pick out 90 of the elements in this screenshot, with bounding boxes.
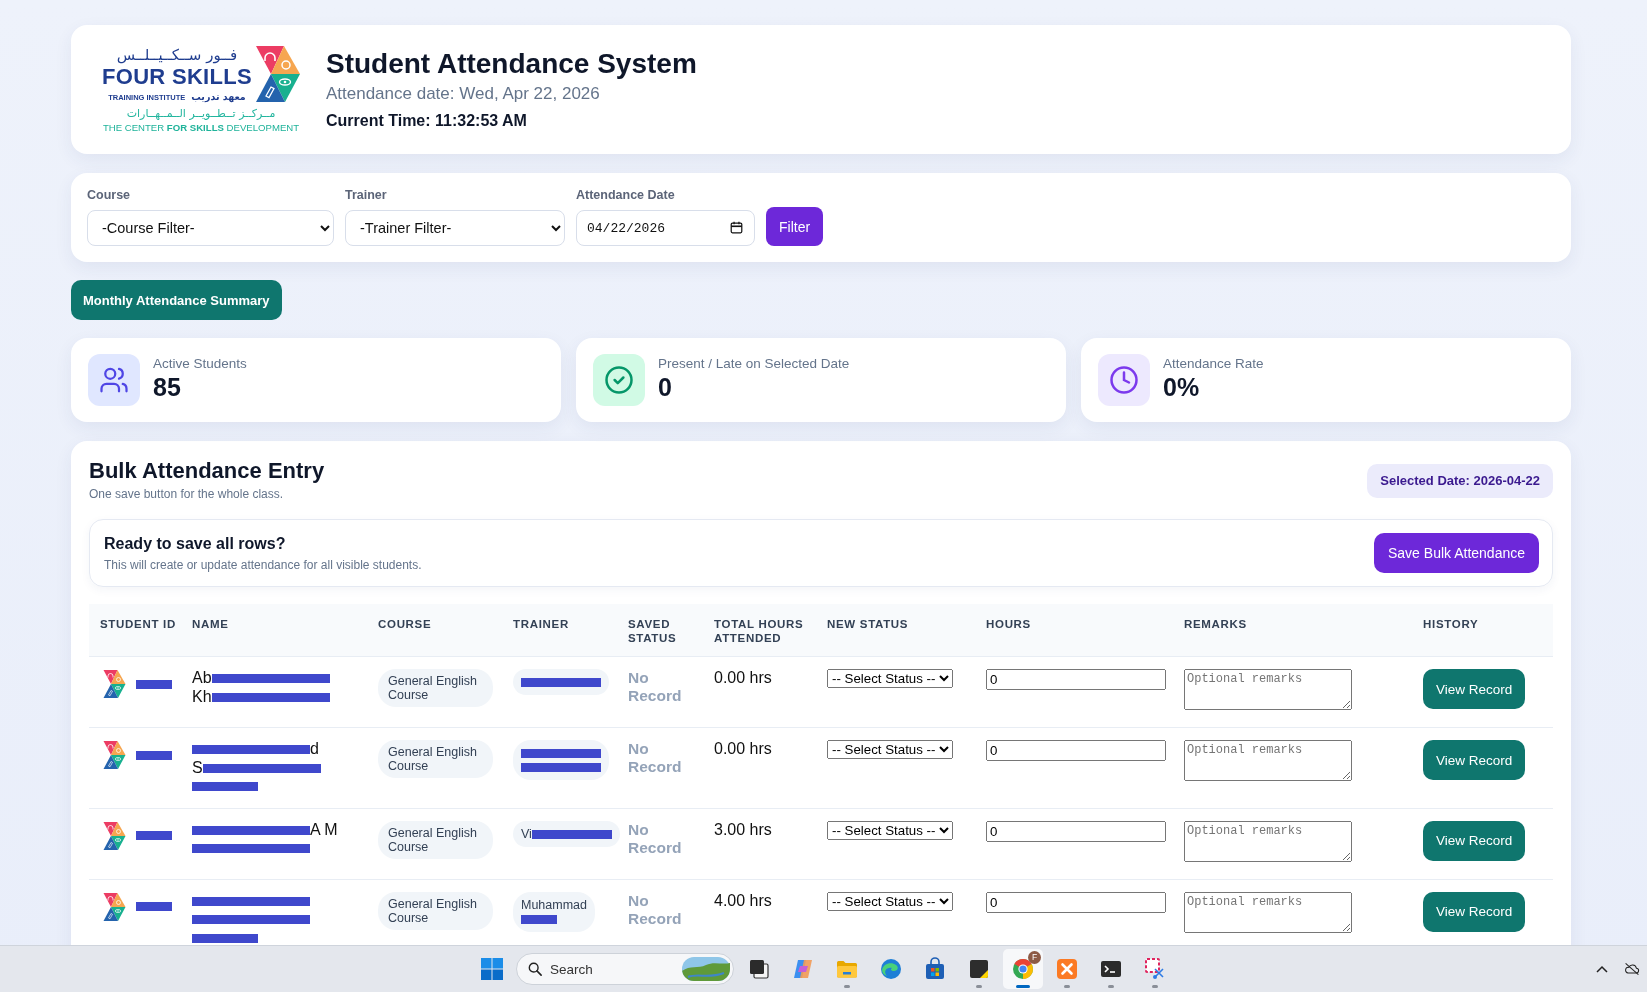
column-header: HISTORY bbox=[1423, 618, 1479, 630]
save-panel-text: This will create or update attendance for all visible students. bbox=[104, 557, 422, 573]
column-header: REMARKS bbox=[1184, 618, 1247, 630]
column-header: NEW STATUS bbox=[827, 618, 909, 630]
column-header: NAME bbox=[192, 618, 229, 630]
stat-label: Attendance Rate bbox=[1163, 355, 1264, 372]
section-title: Bulk Attendance Entry bbox=[89, 458, 325, 484]
course-tag: General English Course bbox=[378, 891, 493, 930]
emblem-icon bbox=[103, 741, 126, 769]
field-label: Attendance Date bbox=[576, 188, 676, 203]
view-record-button[interactable]: View Record bbox=[1423, 891, 1526, 932]
redaction-bar bbox=[136, 679, 172, 689]
redaction-bar bbox=[192, 782, 258, 792]
saved-status: No Record bbox=[628, 820, 683, 857]
view-record-button[interactable]: View Record bbox=[1423, 669, 1526, 709]
view-record-button[interactable]: View Record bbox=[1423, 820, 1526, 861]
current-time: Current Time: 11:32:53 AM bbox=[325, 111, 528, 131]
saved-status: No Record bbox=[628, 740, 683, 776]
hours-input[interactable]: 0 bbox=[986, 820, 1166, 842]
student-name: A M bbox=[310, 820, 338, 838]
cloud-off-icon[interactable] bbox=[1624, 961, 1640, 977]
remarks-field[interactable]: Optional remarks bbox=[1184, 820, 1352, 862]
remarks-field[interactable]: Optional remarks bbox=[1184, 740, 1352, 781]
field-label: Course bbox=[87, 188, 132, 203]
stat-value: 0 bbox=[658, 372, 673, 403]
total-hours: 3.00 hrs bbox=[714, 820, 772, 838]
student-name: Ab bbox=[192, 669, 212, 686]
column-header: TRAINER bbox=[513, 618, 569, 630]
course-tag: General English Course bbox=[378, 669, 493, 707]
redaction-bar bbox=[136, 902, 172, 911]
stat-label: Active Students bbox=[153, 355, 247, 372]
status-select[interactable]: -- Select Status -- bbox=[827, 891, 953, 911]
redaction-bar bbox=[521, 914, 557, 924]
clock-icon bbox=[1098, 354, 1150, 406]
status-select[interactable]: -- Select Status -- bbox=[827, 669, 953, 688]
people-icon bbox=[88, 354, 140, 406]
date-field[interactable]: 04/22/2026 bbox=[576, 210, 755, 246]
logo-name: FOUR SKILLS bbox=[102, 65, 252, 89]
redaction-bar bbox=[192, 933, 258, 943]
student-name: S bbox=[192, 758, 203, 776]
emblem-icon bbox=[103, 670, 126, 698]
emblem-icon bbox=[103, 821, 126, 850]
stat-value: 0% bbox=[1163, 372, 1201, 403]
column-header: COURSE bbox=[378, 618, 432, 630]
filter-select[interactable]: -Course Filter- bbox=[87, 210, 334, 246]
logo-tagline: THE CENTER FOR SKILLS DEVELOPMENT bbox=[102, 121, 300, 134]
logo-arabic-tagline: مــركــز تــطــويــر الــمــهــارات bbox=[125, 106, 277, 121]
section-subtitle: One save button for the whole class. bbox=[89, 487, 285, 502]
stat-value: 85 bbox=[153, 372, 182, 403]
column-header: TOTAL HOURS ATTENDED bbox=[714, 618, 804, 644]
hours-input[interactable]: 0 bbox=[986, 669, 1166, 690]
search-icon bbox=[528, 962, 542, 976]
redaction-bar bbox=[136, 831, 172, 840]
status-select[interactable]: -- Select Status -- bbox=[827, 740, 953, 759]
course-tag: General English Course bbox=[378, 820, 493, 859]
column-header: HOURS bbox=[986, 618, 1031, 630]
status-select[interactable]: -- Select Status -- bbox=[827, 820, 953, 840]
logo-arabic-name: فــور ســكــيــلــس bbox=[116, 45, 238, 65]
save-bulk-button[interactable]: Save Bulk Attendance bbox=[1374, 533, 1539, 573]
logo-subtitle-arabic: معهد تدريب bbox=[191, 91, 246, 103]
remarks-field[interactable]: Optional remarks bbox=[1184, 891, 1352, 933]
column-header: STUDENT ID bbox=[100, 618, 176, 630]
saved-status: No Record bbox=[628, 669, 683, 705]
page-title: Student Attendance System bbox=[325, 47, 697, 81]
view-record-button[interactable]: View Record bbox=[1423, 740, 1526, 780]
total-hours: 4.00 hrs bbox=[714, 891, 772, 909]
student-name: Kh bbox=[192, 687, 212, 705]
total-hours: 0.00 hrs bbox=[714, 740, 772, 757]
hours-input[interactable]: 0 bbox=[986, 891, 1166, 913]
stat-label: Present / Late on Selected Date bbox=[658, 355, 850, 372]
emblem-icon bbox=[255, 46, 300, 102]
emblem-icon bbox=[103, 892, 126, 921]
save-panel-title: Ready to save all rows? bbox=[104, 533, 287, 554]
remarks-field[interactable]: Optional remarks bbox=[1184, 669, 1352, 710]
filter-button[interactable]: Filter bbox=[766, 207, 824, 246]
filter-select[interactable]: -Trainer Filter- bbox=[345, 210, 565, 246]
hours-input[interactable]: 0 bbox=[986, 740, 1166, 761]
total-hours: 0.00 hrs bbox=[714, 669, 772, 686]
trainer-name: Vi bbox=[521, 826, 532, 841]
redaction-bar bbox=[136, 750, 172, 760]
column-header: SAVED STATUS bbox=[628, 618, 677, 644]
selected-date-pill: Selected Date: 2026-04-22 bbox=[1367, 464, 1553, 498]
monthly-summary-button[interactable]: Monthly Attendance Summary bbox=[71, 280, 282, 320]
saved-status: No Record bbox=[628, 891, 683, 928]
student-name: d bbox=[310, 740, 319, 757]
course-tag: General English Course bbox=[378, 740, 493, 778]
calendar-icon[interactable] bbox=[730, 221, 743, 234]
trainer-name: Muhammad bbox=[521, 897, 587, 912]
field-label: Trainer bbox=[345, 188, 388, 203]
attendance-date: Attendance date: Wed, Apr 22, 2026 bbox=[325, 83, 601, 105]
